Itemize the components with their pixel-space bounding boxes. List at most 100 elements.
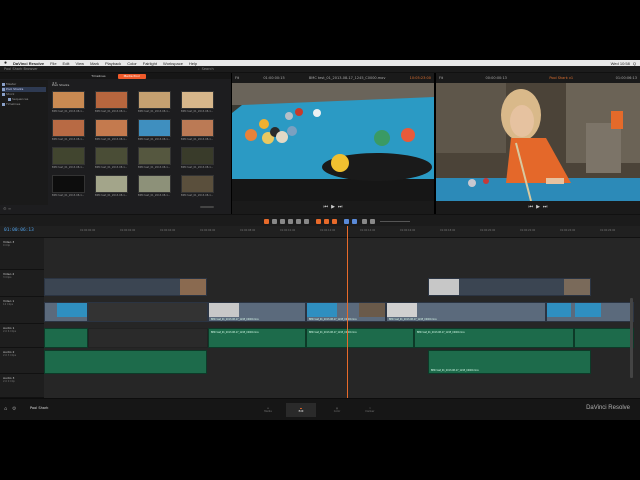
clip-thumbnail-card[interactable]: BMC test_01_2013-08-1... [138,91,171,116]
page-tab-label: Edit [298,410,304,413]
search-label[interactable]: Search [202,67,214,71]
search-icon[interactable]: ⌕ [198,67,200,71]
selection-tool-icon[interactable] [264,219,269,224]
clip-thumbnail-card[interactable]: BMC test_01_2013-08-1... [181,147,214,172]
source-frame-image[interactable] [232,83,434,201]
folder-icon [8,98,11,101]
clip-thumbnail-card[interactable]: BMC test_01_2013-08-1... [138,147,171,172]
track-header-video2[interactable]: Video 2 3 Clips [0,270,44,297]
media-pool-tabs: Timelines Media Pool [0,73,231,79]
menu-mark[interactable]: Mark [90,61,99,66]
clip-thumbnail-card[interactable]: BMC test_01_2013-08-1... [138,119,171,144]
timeline-clip[interactable]: BMC test_01_2013-08-17_1245_C0000.mov [208,302,306,322]
clip-thumbnail-card[interactable]: BMC test_01_2013-08-1... [52,147,85,172]
menu-playback[interactable]: Playback [105,61,121,66]
snapping-icon[interactable] [316,219,321,224]
menu-help[interactable]: Help [189,61,197,66]
audio-clip[interactable] [44,350,207,374]
clip-thumbnail-card[interactable]: BMC test_01_2013-08-1... [138,175,171,200]
bin-item[interactable]: Timelines [2,102,46,107]
tab-timelines[interactable]: Timelines [85,74,111,79]
zoom-detail-icon[interactable] [370,219,375,224]
trim-tool-icon[interactable] [272,219,277,224]
record-frame-image[interactable] [436,83,640,201]
insert-clip-icon[interactable] [288,219,293,224]
folder-icon [2,88,5,91]
forward-icon[interactable]: ⏭ [543,204,548,210]
timeline-clip[interactable] [44,302,88,322]
track-header-video3[interactable]: Video 3 0 Clip [0,238,44,270]
position-lock-icon[interactable] [332,219,337,224]
menu-file[interactable]: File [50,61,56,66]
play-icon[interactable]: ▶ [536,204,540,210]
nav-arrows-icon[interactable]: ◂ ▸ [52,80,57,85]
spotlight-icon[interactable]: Q [633,61,636,66]
clip-thumbnail-card[interactable]: BMC test_01_2013-08-1... [52,91,85,116]
rewind-icon[interactable]: ⏮ [529,204,534,210]
settings-icon[interactable]: ⚙ [12,406,16,412]
zoom-slider[interactable] [380,221,410,222]
rewind-icon[interactable]: ⏮ [324,204,329,210]
play-icon[interactable]: ▶ [331,204,335,210]
page-tab-media[interactable]: ▭ Media [253,403,283,417]
clip-thumbnail-card[interactable]: BMC test_01_2013-08-1... [95,119,128,144]
clip-thumbnail [547,303,571,317]
audio-clip[interactable]: BMC test_01_2013-08-17_1245_C0000.mov [414,328,574,348]
replace-clip-icon[interactable] [304,219,309,224]
timeline-clip[interactable]: BMC test_01_2013-08-17_1245_C0000.mov [306,302,386,322]
menu-fairlight[interactable]: Fairlight [143,61,157,66]
blade-tool-icon[interactable] [280,219,285,224]
track-info: 12 Clips [3,303,13,306]
linked-selection-icon[interactable] [324,219,329,224]
menu-edit[interactable]: Edit [63,61,70,66]
clip-caption: BMC test_01_2013-08-1... [138,138,171,141]
clip-thumbnail-card[interactable]: BMC test_01_2013-08-1... [52,175,85,200]
clip-thumbnail-card[interactable]: BMC test_01_2013-08-1... [95,147,128,172]
flag-icon[interactable] [344,219,349,224]
timeline-clip[interactable] [428,278,591,296]
ruler-tick-label: 01:00:26:00 [600,229,616,232]
zoom-full-icon[interactable] [362,219,367,224]
timeline-clip[interactable] [44,278,207,296]
menu-app[interactable]: DaVinci Resolve [13,61,44,66]
timeline-clip[interactable]: BMC test_01_2013-08-17_1245_C0000.mov [386,302,546,322]
clip-thumbnail-card[interactable]: BMC test_01_2013-08-1... [181,175,214,200]
track-header-audio3[interactable]: Audio 3 2.0 0 Clip [0,374,44,398]
timeline-clip[interactable] [546,302,634,322]
pool-options-icon[interactable]: ⚙ ≡ [3,206,11,211]
menu-color[interactable]: Color [127,61,137,66]
playhead[interactable] [347,226,348,398]
vertical-scrollbar[interactable] [630,298,633,378]
menu-workspace[interactable]: Workspace [163,61,183,66]
timeline-ruler[interactable]: 01:00:00:00 01:00:02:00 01:00:04:00 01:00:0… [0,226,640,238]
source-zoom-label[interactable]: Fit [235,76,239,80]
tab-media-pool[interactable]: Media Pool [117,73,146,79]
record-zoom-label[interactable]: Fit [439,76,443,80]
clip-thumbnail-card[interactable]: BMC test_01_2013-08-1... [181,91,214,116]
ruler-tick-label: 01:00:16:00 [400,229,416,232]
audio-clip[interactable]: BMC test_01_2013-08-17_1245_C0000.mov [306,328,414,348]
thumb-size-slider[interactable] [200,206,214,208]
overwrite-clip-icon[interactable] [296,219,301,224]
marker-icon[interactable] [352,219,357,224]
audio-clip[interactable] [574,328,634,348]
clip-thumbnail-card[interactable]: BMC test_01_2013-08-1... [95,91,128,116]
clip-thumbnail-card[interactable]: BMC test_01_2013-08-1... [52,119,85,144]
clip-thumbnail [95,147,128,165]
audio-gap [88,328,208,348]
clip-thumbnail-card[interactable]: BMC test_01_2013-08-1... [181,119,214,144]
audio-clip[interactable] [44,328,88,348]
page-tab-deliver[interactable]: ⇪ Deliver [355,403,385,417]
audio-clip[interactable]: BMC test_01_2013-08-17_1245_C0000.mov [208,328,306,348]
timeline-name[interactable]: Pool Shark v1 [549,76,573,80]
track-header-video1[interactable]: Video 1 12 Clips [0,297,44,324]
home-icon[interactable]: ⌂ [4,406,7,412]
menu-view[interactable]: View [75,61,84,66]
audio-clip[interactable]: BMC test_01_2013-08-17_1245_C0000.mov [428,350,591,374]
forward-icon[interactable]: ⏭ [338,204,343,210]
track-header-audio1[interactable]: Audio 1 2.0 6 Clips [0,324,44,348]
page-tab-color[interactable]: ◍ Color [322,403,352,417]
clip-thumbnail-card[interactable]: BMC test_01_2013-08-1... [95,175,128,200]
track-header-audio2[interactable]: Audio 2 2.0 3 Clips [0,348,44,374]
page-tab-edit[interactable]: ▬ Edit [286,403,316,417]
